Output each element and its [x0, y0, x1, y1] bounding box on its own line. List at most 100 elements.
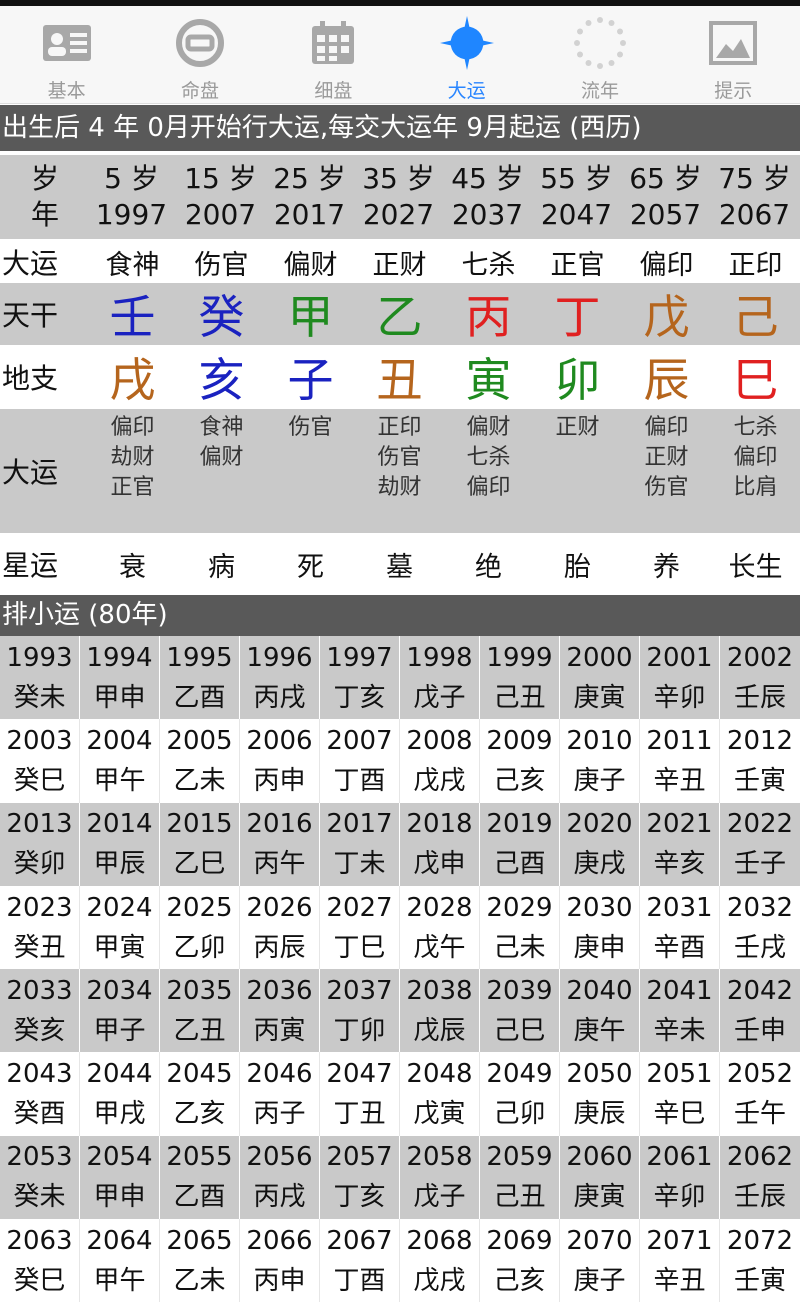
age-value: 5 岁 [104, 162, 159, 195]
xiaoyun-year: 2012 [726, 725, 794, 756]
xiaoyun-year: 2069 [486, 1225, 553, 1256]
xiaoyun-year: 2010 [566, 725, 633, 756]
xiaoyun-year: 2028 [406, 892, 473, 923]
xiaoyun-year: 1998 [406, 642, 473, 673]
xiaoyun-ganzhi: 甲申 [93, 682, 146, 713]
age-year-cell: 65 岁 2057 [622, 155, 711, 239]
hidden-stem-god: 比肩 [733, 475, 778, 500]
xiaoyun-year: 2047 [326, 1059, 393, 1090]
xiaoyun-year: 1993 [6, 642, 73, 673]
xiaoyun-cell: 2055 乙酉 [160, 1135, 240, 1220]
xingyun-row: 星运 衰 病 死 墓 绝 胎 养 长生 [0, 533, 800, 595]
xiaoyun-cell: 1994 甲申 [80, 636, 160, 720]
xiaoyun-ganzhi: 丙申 [253, 1265, 306, 1296]
xiaoyun-year: 2013 [6, 809, 73, 840]
hidden-stems-row: 大运 偏印 劫财 正官 食神 偏财 伤官 正印 伤官 劫财 偏财 七杀 偏印 正财 偏印 正财 伤官 七杀 偏印比… [0, 409, 800, 533]
xiaoyun-year: 2008 [406, 725, 473, 756]
xiaoyun-year: 2002 [726, 642, 794, 673]
xiaoyun-grid: 1993 癸未 1994 甲申 1995 乙酉 1996 丙戌 1997 丁亥 1998 戊子 1999… [0, 636, 800, 1303]
age-year-head: 岁 年 [0, 155, 88, 239]
xingyun-cell: 养 [653, 551, 680, 583]
xiaoyun-ganzhi: 乙亥 [173, 1099, 226, 1130]
dizhi-cell: 寅 [465, 353, 512, 407]
xiaoyun-year: 1995 [166, 642, 233, 673]
xiaoyun-ganzhi: 戊辰 [413, 1015, 466, 1046]
xiaoyun-year: 2051 [646, 1059, 713, 1090]
hidden-stem-god: 七杀 [733, 415, 778, 440]
xiaoyun-year: 2065 [166, 1225, 233, 1256]
xiaoyun-ganzhi: 甲午 [93, 1265, 146, 1296]
xiaoyun-ganzhi: 壬辰 [733, 1182, 786, 1213]
xiaoyun-cell: 2013 癸卯 [0, 802, 80, 886]
hidden-stem-god: 劫财 [377, 475, 422, 500]
xiaoyun-year: 2031 [646, 892, 713, 923]
row-head: 大运 [2, 247, 59, 280]
dizhi-cell: 辰 [643, 353, 690, 407]
row-head: 地支 [2, 362, 59, 395]
xiaoyun-year: 2030 [566, 892, 633, 923]
tab-label: 流年 [580, 80, 619, 102]
xiaoyun-ganzhi: 乙卯 [173, 932, 226, 963]
tab-liunian[interactable]: 流年 [533, 6, 666, 103]
xiaoyun-cell: 2052 壬午 [720, 1052, 800, 1135]
year-value: 2017 [273, 198, 346, 231]
xiaoyun-year: 2053 [6, 1142, 73, 1173]
xiaoyun-cell: 2050 庚辰 [560, 1052, 640, 1136]
xiaoyun-ganzhi: 庚申 [573, 932, 626, 963]
xiaoyun-cell: 2024 甲寅 [80, 885, 160, 970]
hidden-stem-god: 伤官 [377, 445, 422, 470]
xiaoyun-year: 2018 [406, 809, 473, 840]
xiaoyun-cell: 2061 辛卯 [640, 1135, 720, 1220]
tiangan-cell: 丙 [465, 290, 512, 344]
xiaoyun-year: 2062 [726, 1142, 794, 1173]
tab-basic[interactable]: 基本 [0, 6, 133, 103]
xiaoyun-year: 1997 [326, 642, 393, 673]
hidden-stem-god: 七杀 [466, 445, 511, 470]
xiaoyun-cell: 2059 己丑 [480, 1135, 560, 1220]
tab-tishi[interactable]: 提示 [667, 6, 800, 103]
xiaoyun-year: 2001 [646, 642, 713, 673]
xiaoyun-ganzhi: 壬午 [733, 1099, 786, 1130]
tab-dayun[interactable]: 大运 [400, 6, 533, 103]
dizhi-row: 地支 戌亥子丑寅卯辰巳 [0, 345, 800, 409]
year-value: 1997 [95, 198, 168, 231]
tab-label: 大运 [447, 80, 486, 102]
xiaoyun-year: 2043 [6, 1059, 73, 1090]
xiaoyun-ganzhi: 乙丑 [173, 1015, 226, 1046]
xiaoyun-year: 2055 [166, 1142, 233, 1173]
xiaoyun-row: 2053 癸未 2054 甲申 2055 乙酉 2056 丙戌 2057 丁亥 2058 戊子 2059… [0, 1135, 800, 1220]
xiaoyun-cell: 2053 癸未 [0, 1135, 80, 1220]
tab-xipan[interactable]: 细盘 [267, 6, 400, 103]
xiaoyun-ganzhi: 庚子 [573, 1265, 626, 1296]
xiaoyun-ganzhi: 辛巳 [653, 1099, 706, 1130]
dayun-god-cell: 伤官 [194, 249, 249, 281]
xiaoyun-year: 2059 [486, 1142, 553, 1173]
xiaoyun-year: 2054 [86, 1142, 153, 1173]
xiaoyun-year: 1996 [246, 642, 313, 673]
xiaoyun-ganzhi: 丁亥 [333, 682, 386, 713]
tab-label: 提示 [714, 80, 753, 102]
xiaoyun-row: 1993 癸未 1994 甲申 1995 乙酉 1996 丙戌 1997 丁亥 1998 戊子 1999… [0, 636, 800, 720]
xiaoyun-ganzhi: 丙戌 [253, 1182, 306, 1213]
tiangan-cell: 乙 [376, 290, 423, 344]
xiaoyun-row: 2023 癸丑 2024 甲寅 2025 乙卯 2026 丙辰 2027 丁巳 2028 戊午 2029… [0, 885, 800, 970]
xiaoyun-ganzhi: 戊戌 [413, 765, 466, 796]
xiaoyun-year: 2061 [646, 1142, 713, 1173]
xiaoyun-cell: 2031 辛酉 [640, 885, 720, 970]
xiaoyun-cell: 2071 辛丑 [640, 1219, 720, 1303]
hidden-stem-cell: 偏财 七杀 偏印 [444, 409, 533, 533]
xiaoyun-cell: 2038 戊辰 [400, 969, 480, 1053]
xingyun-cell: 死 [297, 551, 324, 583]
xiaoyun-year: 2024 [86, 892, 153, 923]
hidden-stem-god: 偏印 [644, 415, 689, 440]
age-year-cell: 25 岁 2017 [266, 155, 355, 239]
xiaoyun-year: 2021 [646, 809, 713, 840]
xiaoyun-ganzhi: 戊申 [413, 849, 466, 880]
xiaoyun-cell: 2035 乙丑 [160, 969, 240, 1053]
xiaoyun-year: 2049 [486, 1059, 553, 1090]
xiaoyun-ganzhi: 癸巳 [13, 1265, 66, 1296]
xiaoyun-ganzhi: 丁未 [333, 849, 386, 880]
age-year-cell: 5 岁 1997 [88, 155, 177, 239]
tab-mingpan[interactable]: 命盘 [133, 6, 266, 103]
xiaoyun-cell: 2072 壬寅 [720, 1219, 800, 1302]
